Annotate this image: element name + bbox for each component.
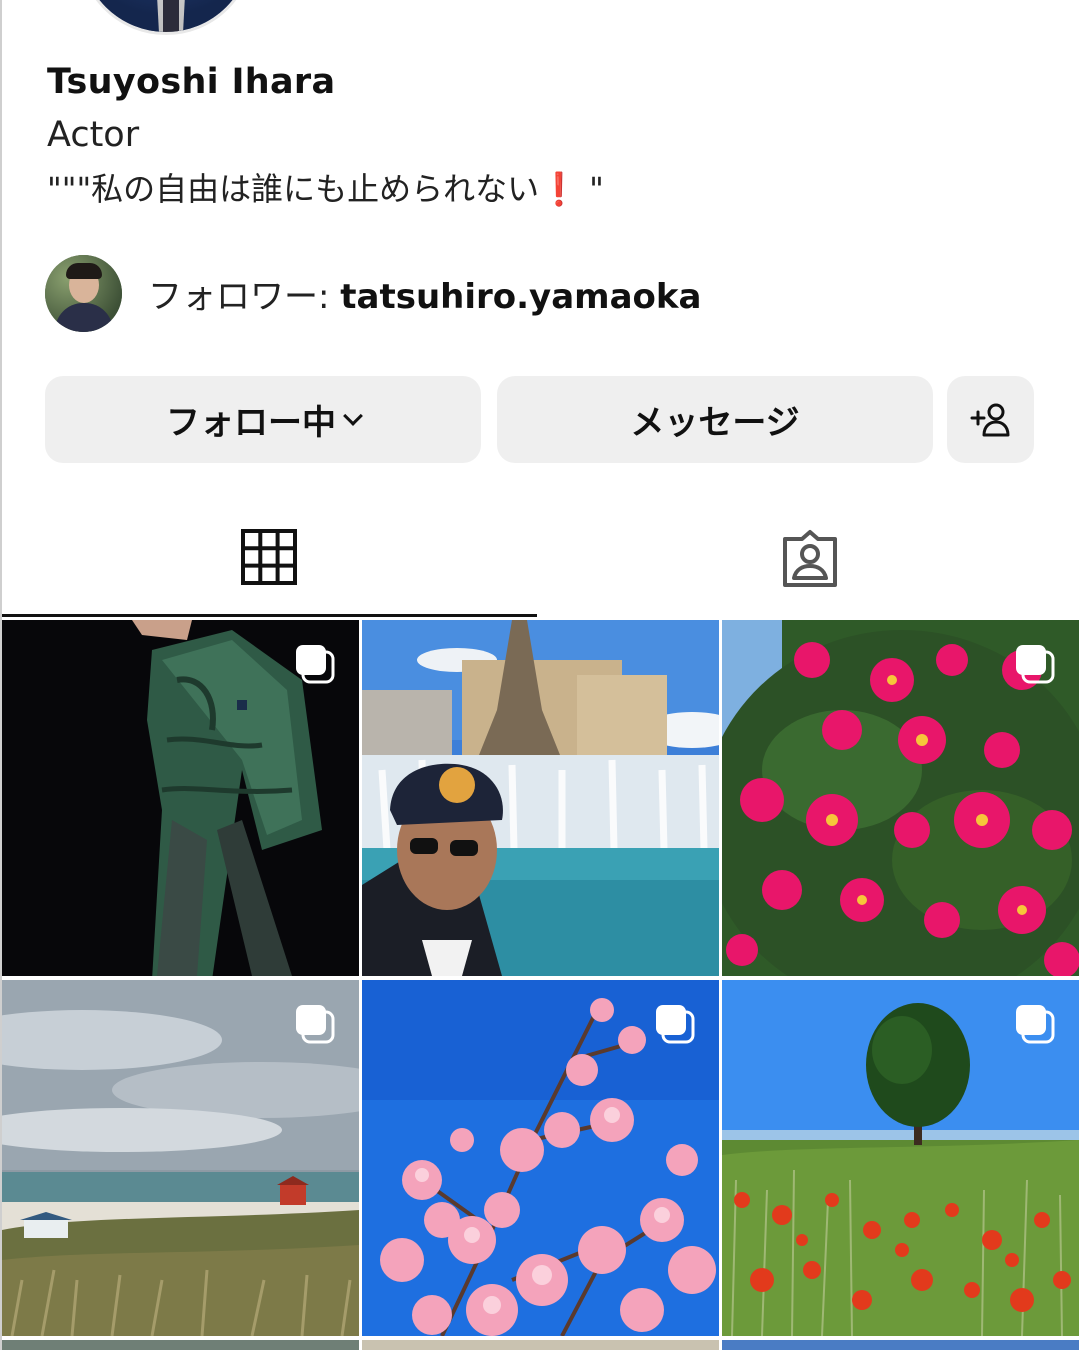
followed-by-text: フォロワー: tatsuhiro.yamaoka [148,269,701,318]
following-button[interactable]: フォロー中 [45,376,481,463]
profile-avatar[interactable] [78,0,254,35]
follower-handle[interactable]: tatsuhiro.yamaoka [340,277,701,317]
carousel-icon [1016,1005,1055,1044]
post-thumbnail[interactable] [2,1340,359,1350]
profile-category: Actor [47,115,140,155]
tagged-person-icon [783,529,837,587]
post-thumbnail[interactable] [722,620,1079,976]
follower-avatar[interactable] [45,254,122,332]
message-button-label: メッセージ [630,403,800,443]
profile-name: Tsuyoshi Ihara [47,62,336,102]
post-thumbnail[interactable] [362,980,719,1336]
carousel-icon [296,1005,335,1044]
carousel-icon [296,645,335,684]
post-thumbnail[interactable] [2,620,359,976]
posts-grid [0,620,1080,1350]
profile-bio: """私の自由は誰にも止められない❗️ " [47,170,604,208]
post-thumbnail[interactable] [722,980,1079,1336]
carousel-icon [1016,645,1055,684]
tab-posts-grid[interactable] [0,500,537,617]
post-image [362,620,719,976]
add-person-icon [970,403,1009,436]
followed-by-prefix: フォロワー: [148,276,341,317]
grid-icon [240,529,297,585]
chevron-down-icon [343,405,363,426]
following-button-label: フォロー中 [166,403,336,443]
message-button[interactable]: メッセージ [497,376,933,463]
post-thumbnail[interactable] [362,1340,719,1350]
post-thumbnail[interactable] [362,620,719,976]
followed-by-row[interactable]: フォロワー: tatsuhiro.yamaoka [45,254,701,332]
carousel-icon [656,1005,695,1044]
tab-tagged[interactable] [540,500,1080,617]
suggest-users-button[interactable] [947,376,1034,463]
post-thumbnail[interactable] [722,1340,1079,1350]
post-thumbnail[interactable] [2,980,359,1336]
